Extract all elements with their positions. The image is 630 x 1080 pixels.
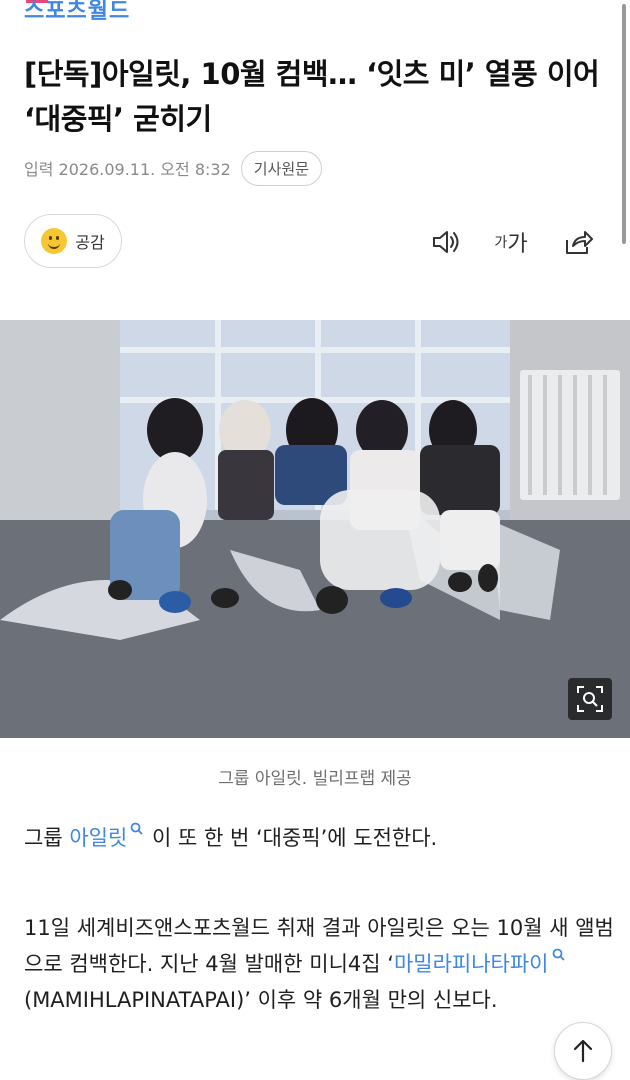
article-meta: 입력 2026.09.11. 오전 8:32 기사원문 [24, 150, 322, 186]
font-large-glyph: 가 [507, 232, 528, 257]
published-date: 입력 2026.09.11. 오전 8:32 [24, 160, 231, 179]
keyword-link-illit-text: 아일릿 [69, 826, 128, 850]
speaker-icon[interactable] [428, 224, 464, 260]
share-icon[interactable] [560, 224, 596, 260]
keyword-link-album-text: 마밀라피나타파이 [393, 952, 549, 976]
search-icon [130, 822, 143, 835]
search-icon [552, 948, 565, 961]
article-headline: [단독]아일릿, 10월 컴백… ‘잇츠 미’ 열풍 이어 ‘대중픽’ 굳히기 [24, 57, 600, 136]
original-article-button[interactable]: 기사원문 [240, 150, 322, 186]
photo-caption: 그룹 아일릿. 빌리프랩 제공 [218, 769, 412, 789]
empathy-label: 공감 [75, 233, 105, 252]
paragraph-2: 11일 세계비즈앤스포츠월드 취재 결과 아일릿은 오는 10월 새 앨범으로 … [24, 910, 614, 1018]
p1-prefix: 그룹 [24, 826, 70, 850]
scroll-to-top-button[interactable] [554, 1022, 612, 1080]
keyword-link-album[interactable]: 마밀라피나타파이 [393, 948, 567, 976]
font-size-button[interactable]: 가가 [490, 224, 532, 260]
site-logo[interactable]: 스포츠월드 [24, 0, 130, 24]
paragraph-1: 그룹 아일릿 이 또 한 번 ‘대중픽’에 도전한다. [24, 820, 614, 856]
arrow-up-icon [573, 1039, 593, 1063]
zoom-icon [577, 686, 603, 712]
scrollbar[interactable] [622, 4, 626, 244]
empathy-button[interactable]: 공감 [24, 214, 122, 268]
p1-suffix: 이 또 한 번 ‘대중픽’에 도전한다. [145, 826, 438, 850]
smile-icon [41, 228, 68, 254]
group-photo-illustration [0, 320, 630, 738]
photo-zoom-button[interactable] [568, 678, 612, 720]
article-photo[interactable] [0, 320, 630, 738]
font-small-glyph: 가 [494, 235, 508, 251]
keyword-link-illit[interactable]: 아일릿 [69, 822, 145, 850]
p2-part2: (MAMIHLAPINATAPAI)’ 이후 약 6개월 만의 신보다. [24, 988, 498, 1012]
